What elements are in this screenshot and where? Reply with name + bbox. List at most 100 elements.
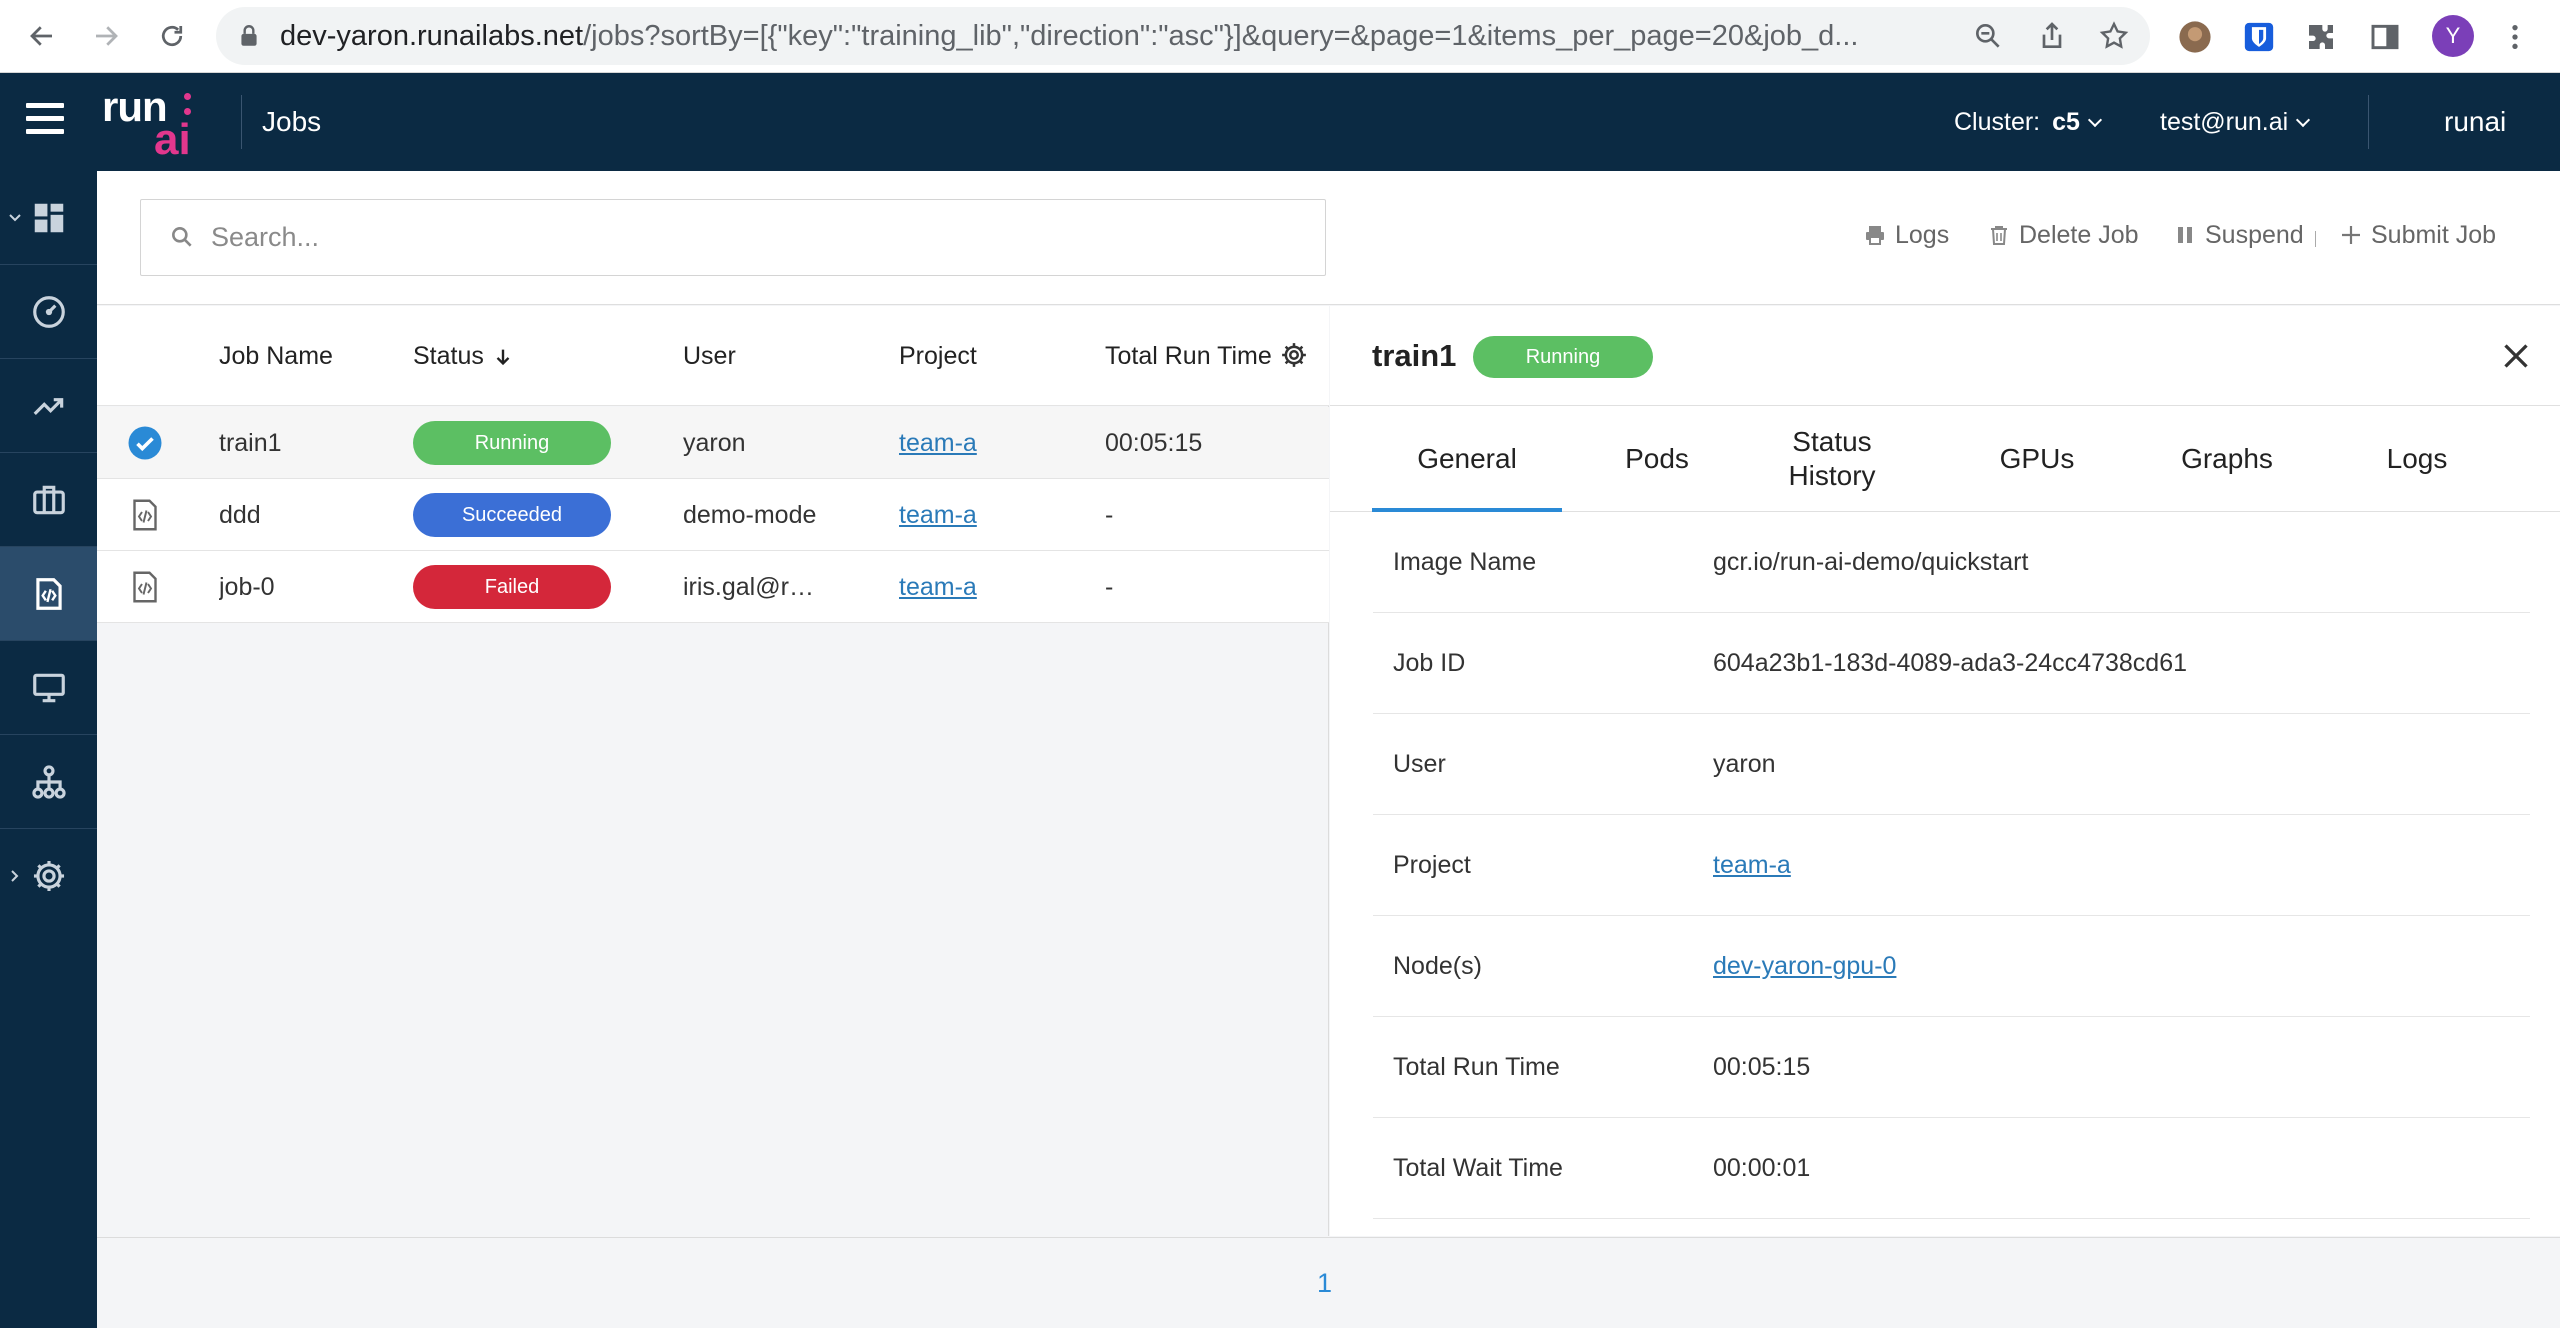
tab-status-history-label: Status History [1788,426,1876,491]
star-icon[interactable] [2098,20,2130,52]
node-link[interactable]: dev-yaron-gpu-0 [1713,916,1896,1016]
printer-icon [1866,226,1884,245]
speedometer-icon [32,296,65,328]
kebab-menu-icon[interactable] [2496,18,2534,56]
tab-general[interactable]: General [1372,406,1562,512]
forward-arrow-icon[interactable] [84,14,128,58]
zoom-icon[interactable] [1972,20,2004,52]
status-badge: Failed [413,565,611,609]
column-header-total-run-time[interactable]: Total Run Time [1105,306,1272,406]
table-row[interactable]: job-0 Failed iris.gal@ru... team-a - [97,551,1329,623]
delete-job-label: Delete Job [2019,220,2139,249]
hamburger-menu-icon[interactable] [26,103,64,141]
job-name-cell: train1 [219,429,282,457]
close-icon[interactable] [2498,338,2534,374]
table-row[interactable]: train1 Running yaron team-a 00:05:15 [97,407,1329,479]
address-bar[interactable]: dev-yaron.runailabs.net/jobs?sortBy=[{"k… [216,7,2150,65]
run-time-cell: - [1105,573,1114,601]
header-divider [241,95,242,149]
field-label: Node(s) [1393,952,1482,980]
detail-field-total-run-time: Total Run Time 00:05:15 [1373,1017,2530,1118]
search-box[interactable] [140,199,1326,276]
detail-header: train1 Running [1330,306,2560,406]
project-link[interactable]: team-a [1713,815,1791,915]
extension-avatar-icon[interactable] [2176,18,2214,56]
detail-field-image-name: Image Name gcr.io/run-ai-demo/quickstart [1373,512,2530,613]
profile-avatar[interactable]: Y [2432,15,2474,57]
logs-button[interactable]: Logs [1863,215,1949,255]
hierarchy-icon [31,765,66,799]
project-link[interactable]: team-a [899,551,1079,623]
chevron-down-icon [2087,112,2103,128]
sidebar-item-projects[interactable] [0,453,97,547]
chevron-down-icon [2296,112,2311,128]
detail-job-title: train1 [1372,338,1457,373]
selected-check-icon[interactable] [127,425,163,461]
page-title: Jobs [262,106,322,137]
trash-icon [1991,226,2007,245]
detail-field-job-id: Job ID 604a23b1-183d-4089-ada3-24cc4738c… [1373,613,2530,714]
share-icon[interactable] [2036,20,2068,52]
user-cell: demo-mode [683,501,817,529]
pause-icon [2178,227,2192,243]
page-number-current[interactable]: 1 [1317,1238,1332,1328]
header-divider [2368,95,2369,149]
project-link[interactable]: team-a [899,479,1079,551]
delete-job-button[interactable]: Delete Job [1987,215,2139,255]
cluster-selector[interactable]: Cluster: c5 [1954,73,2103,171]
tab-logs[interactable]: Logs [2322,406,2512,512]
sidebar-item-overview[interactable] [0,265,97,359]
column-settings-gear-icon[interactable] [1279,340,1309,370]
field-value: yaron [1713,750,1776,778]
tab-graphs[interactable]: Graphs [2132,406,2322,512]
detail-field-total-wait-time: Total Wait Time 00:00:01 [1373,1118,2530,1219]
search-input[interactable] [211,200,1311,275]
sidebar-item-settings[interactable] [0,829,97,923]
field-value: 00:00:01 [1713,1154,1811,1182]
status-badge: Running [413,421,611,465]
dashboard-icon [34,203,63,233]
search-icon [172,227,192,247]
tab-status-history[interactable]: Status History [1752,406,1912,512]
bitwarden-icon[interactable] [2240,18,2278,56]
submit-job-button[interactable]: Submit Job [2339,215,2496,255]
reload-icon[interactable] [150,14,194,58]
user-cell: yaron [683,429,746,457]
detail-status-badge: Running [1473,336,1653,378]
sidepanel-icon[interactable] [2366,18,2404,56]
column-header-project[interactable]: Project [899,306,977,406]
lock-icon[interactable] [236,22,262,50]
user-cell: iris.gal@ru... [683,573,823,601]
suspend-button[interactable]: Suspend [2173,215,2304,255]
table-row[interactable]: ddd Succeeded demo-mode team-a - [97,479,1329,551]
sidebar-item-analytics[interactable] [0,359,97,453]
runai-logo[interactable]: run ai [102,83,202,164]
detail-field-project: Project team-a [1373,815,2530,916]
logs-label: Logs [1895,220,1950,249]
submit-job-label: Submit Job [2371,220,2497,249]
puzzle-icon[interactable] [2302,18,2340,56]
browser-chrome: dev-yaron.runailabs.net/jobs?sortBy=[{"k… [0,0,2560,73]
suspend-label: Suspend [2205,220,2304,249]
status-badge: Succeeded [413,493,611,537]
sidebar-item-dashboards[interactable] [0,171,97,265]
sidebar-item-nodes[interactable] [0,641,97,735]
job-name-cell: job-0 [219,573,275,601]
chevron-down-icon [9,214,21,222]
project-link[interactable]: team-a [899,407,1079,479]
back-arrow-icon[interactable] [20,14,64,58]
sidebar-item-jobs[interactable] [0,547,97,641]
tab-pods[interactable]: Pods [1562,406,1752,512]
table-header: Job Name Status User Project Total Run T… [97,306,1329,406]
user-menu[interactable]: test@run.ai [2160,73,2311,171]
column-header-job-name[interactable]: Job Name [219,306,333,406]
url-text[interactable]: dev-yaron.runailabs.net/jobs?sortBy=[{"k… [280,7,1940,65]
jobs-toolbar: Logs Delete Job Suspend Submit Job [97,171,2560,305]
sort-arrow-down-icon [496,350,510,366]
column-header-user[interactable]: User [683,306,736,406]
field-label: Project [1393,851,1471,879]
sidebar-item-departments[interactable] [0,735,97,829]
detail-field-user: User yaron [1373,714,2530,815]
column-header-status[interactable]: Status [413,306,514,406]
tab-gpus[interactable]: GPUs [1942,406,2132,512]
